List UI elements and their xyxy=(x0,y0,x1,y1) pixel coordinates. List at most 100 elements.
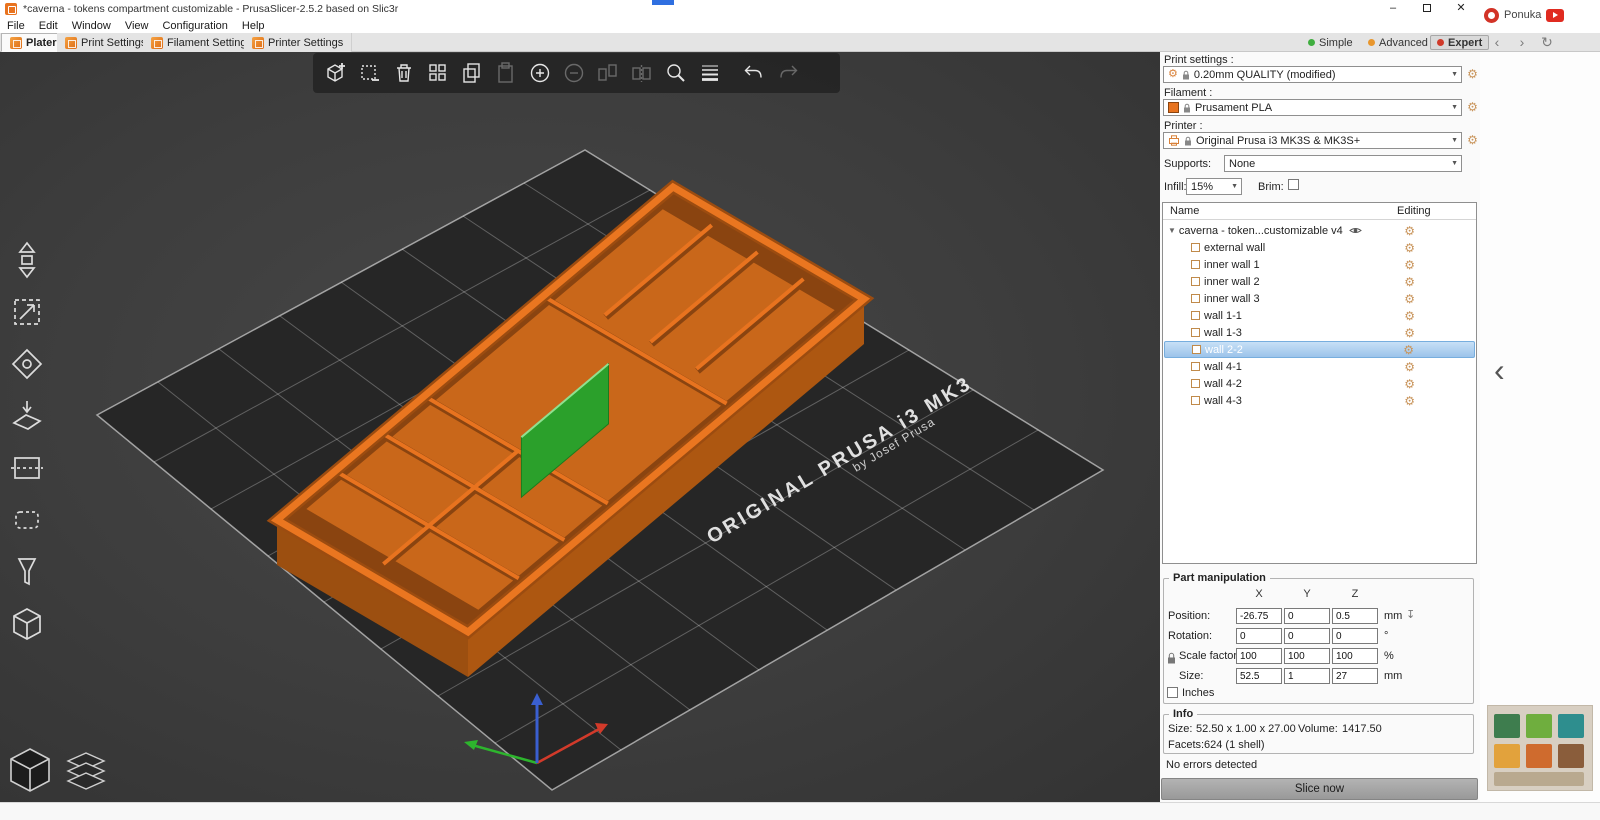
editing-gear-icon[interactable]: ⚙ xyxy=(1404,224,1415,238)
editing-gear-icon[interactable]: ⚙ xyxy=(1404,394,1415,408)
mode-simple-button[interactable]: Simple xyxy=(1302,35,1359,50)
menu-view[interactable]: View xyxy=(118,20,156,32)
object-list-item-root[interactable]: ▼ caverna - token...customizable v4 ⚙ xyxy=(1164,222,1475,239)
move-tool-icon[interactable] xyxy=(3,237,51,283)
editor-view-button[interactable] xyxy=(4,743,56,799)
menu-configuration[interactable]: Configuration xyxy=(155,20,234,32)
object-list-item[interactable]: wall 4-3 ⚙ xyxy=(1164,392,1475,409)
remove-object-icon[interactable] xyxy=(357,60,383,86)
supports-combo[interactable]: None ▼ xyxy=(1224,155,1462,172)
close-button[interactable]: ✕ xyxy=(1446,0,1476,17)
editing-gear-icon[interactable]: ⚙ xyxy=(1404,309,1415,323)
print-settings-gear-button[interactable]: ⚙ xyxy=(1465,67,1480,82)
uniform-scale-lock-icon[interactable] xyxy=(1167,652,1176,664)
viewport-3d[interactable]: ORIGINAL PRUSA i3 MK3 by Josef Prusa xyxy=(0,52,1160,802)
infill-combo[interactable]: 15% ▼ xyxy=(1186,178,1242,195)
position-x-input[interactable] xyxy=(1236,608,1282,624)
brim-checkbox[interactable] xyxy=(1288,179,1299,190)
preview-view-button[interactable] xyxy=(60,743,112,799)
print-settings-combo[interactable]: ⚙ 0.20mm QUALITY (modified) ▼ xyxy=(1163,66,1462,83)
paste-icon[interactable] xyxy=(493,60,519,86)
maximize-button[interactable] xyxy=(1412,0,1442,17)
copy-icon[interactable] xyxy=(459,60,485,86)
seam-tool-icon[interactable] xyxy=(3,497,51,543)
menu-window[interactable]: Window xyxy=(65,20,118,32)
collapse-sidebar-arrow[interactable]: ‹ xyxy=(1494,352,1505,389)
filament-combo[interactable]: Prusament PLA ▼ xyxy=(1163,99,1462,116)
tab-print-settings[interactable]: Print Settings xyxy=(57,33,156,52)
remove-instance-icon[interactable] xyxy=(561,60,587,86)
menu-file[interactable]: File xyxy=(0,20,32,32)
object-list-item-selected[interactable]: wall 2-2 ⚙ xyxy=(1164,341,1475,358)
size-x-input[interactable] xyxy=(1236,668,1282,684)
tab-printer-settings[interactable]: Printer Settings xyxy=(244,33,353,52)
filament-gear-button[interactable]: ⚙ xyxy=(1465,100,1480,115)
add-instance-icon[interactable] xyxy=(527,60,553,86)
rotate-tool-icon[interactable] xyxy=(3,341,51,387)
back-arrow-button[interactable]: ‹ xyxy=(1487,33,1507,51)
printer-combo[interactable]: Original Prusa i3 MK3S & MK3S+ ▼ xyxy=(1163,132,1462,149)
object-list-item[interactable]: external wall ⚙ xyxy=(1164,239,1475,256)
add-object-icon[interactable] xyxy=(323,60,349,86)
editing-gear-icon[interactable]: ⚙ xyxy=(1404,258,1415,272)
editing-gear-icon[interactable]: ⚙ xyxy=(1403,343,1414,357)
info-facets-label: Facets: xyxy=(1168,739,1205,751)
menu-edit[interactable]: Edit xyxy=(32,20,65,32)
object-list-item[interactable]: wall 4-2 ⚙ xyxy=(1164,375,1475,392)
print-settings-tab-icon xyxy=(65,36,77,49)
eye-icon[interactable] xyxy=(1348,226,1362,235)
menu-help[interactable]: Help xyxy=(235,20,272,32)
minimize-button[interactable]: – xyxy=(1378,0,1408,17)
editing-gear-icon[interactable]: ⚙ xyxy=(1404,275,1415,289)
forward-arrow-button[interactable]: › xyxy=(1512,33,1532,51)
arrange-icon[interactable] xyxy=(425,60,451,86)
editing-gear-icon[interactable]: ⚙ xyxy=(1404,241,1415,255)
scale-z-input[interactable] xyxy=(1332,648,1378,664)
editing-gear-icon[interactable]: ⚙ xyxy=(1404,292,1415,306)
tab-plater[interactable]: Plater xyxy=(1,33,66,52)
position-z-input[interactable] xyxy=(1332,608,1378,624)
editing-gear-icon[interactable]: ⚙ xyxy=(1404,377,1415,391)
object-list-item[interactable]: inner wall 1 ⚙ xyxy=(1164,256,1475,273)
promo-thumbnail[interactable] xyxy=(1487,705,1593,791)
search-icon[interactable] xyxy=(663,60,689,86)
object-list-item[interactable]: wall 1-1 ⚙ xyxy=(1164,307,1475,324)
collapse-caret-icon[interactable]: ▼ xyxy=(1168,226,1176,235)
inches-checkbox[interactable] xyxy=(1167,687,1178,698)
scale-y-input[interactable] xyxy=(1284,648,1330,664)
object-list-item[interactable]: wall 4-1 ⚙ xyxy=(1164,358,1475,375)
redo-icon[interactable] xyxy=(775,60,801,86)
mode-advanced-button[interactable]: Advanced xyxy=(1362,35,1434,50)
position-y-input[interactable] xyxy=(1284,608,1330,624)
view-mode-toggles xyxy=(4,743,112,799)
object-list-item[interactable]: inner wall 3 ⚙ xyxy=(1164,290,1475,307)
scale-x-input[interactable] xyxy=(1236,648,1282,664)
cut-tool-icon[interactable] xyxy=(3,445,51,491)
notification-label[interactable]: Ponuka xyxy=(1504,9,1541,21)
rotation-y-input[interactable] xyxy=(1284,628,1330,644)
youtube-icon[interactable] xyxy=(1546,8,1565,22)
size-y-input[interactable] xyxy=(1284,668,1330,684)
editing-gear-icon[interactable]: ⚙ xyxy=(1404,326,1415,340)
paint-supports-tool-icon[interactable] xyxy=(3,549,51,595)
refresh-button[interactable]: ↻ xyxy=(1537,33,1557,51)
rotation-z-input[interactable] xyxy=(1332,628,1378,644)
split-parts-icon[interactable] xyxy=(629,60,655,86)
editing-gear-icon[interactable]: ⚙ xyxy=(1404,360,1415,374)
size-z-input[interactable] xyxy=(1332,668,1378,684)
object-list-item[interactable]: inner wall 2 ⚙ xyxy=(1164,273,1475,290)
scale-tool-icon[interactable] xyxy=(3,289,51,335)
printer-gear-button[interactable]: ⚙ xyxy=(1465,133,1480,148)
object-list-item[interactable]: wall 1-3 ⚙ xyxy=(1164,324,1475,341)
undo-icon[interactable] xyxy=(741,60,767,86)
variable-layer-height-icon[interactable] xyxy=(697,60,723,86)
drop-to-bed-icon[interactable]: ↧ xyxy=(1406,608,1415,621)
slice-now-button[interactable]: Slice now xyxy=(1161,778,1478,800)
offer-icon[interactable] xyxy=(1484,7,1499,23)
rotation-x-input[interactable] xyxy=(1236,628,1282,644)
mode-expert-button[interactable]: Expert xyxy=(1430,35,1490,50)
view-cube-icon[interactable] xyxy=(3,601,51,647)
delete-all-icon[interactable] xyxy=(391,60,417,86)
split-objects-icon[interactable] xyxy=(595,60,621,86)
place-on-face-tool-icon[interactable] xyxy=(3,393,51,439)
